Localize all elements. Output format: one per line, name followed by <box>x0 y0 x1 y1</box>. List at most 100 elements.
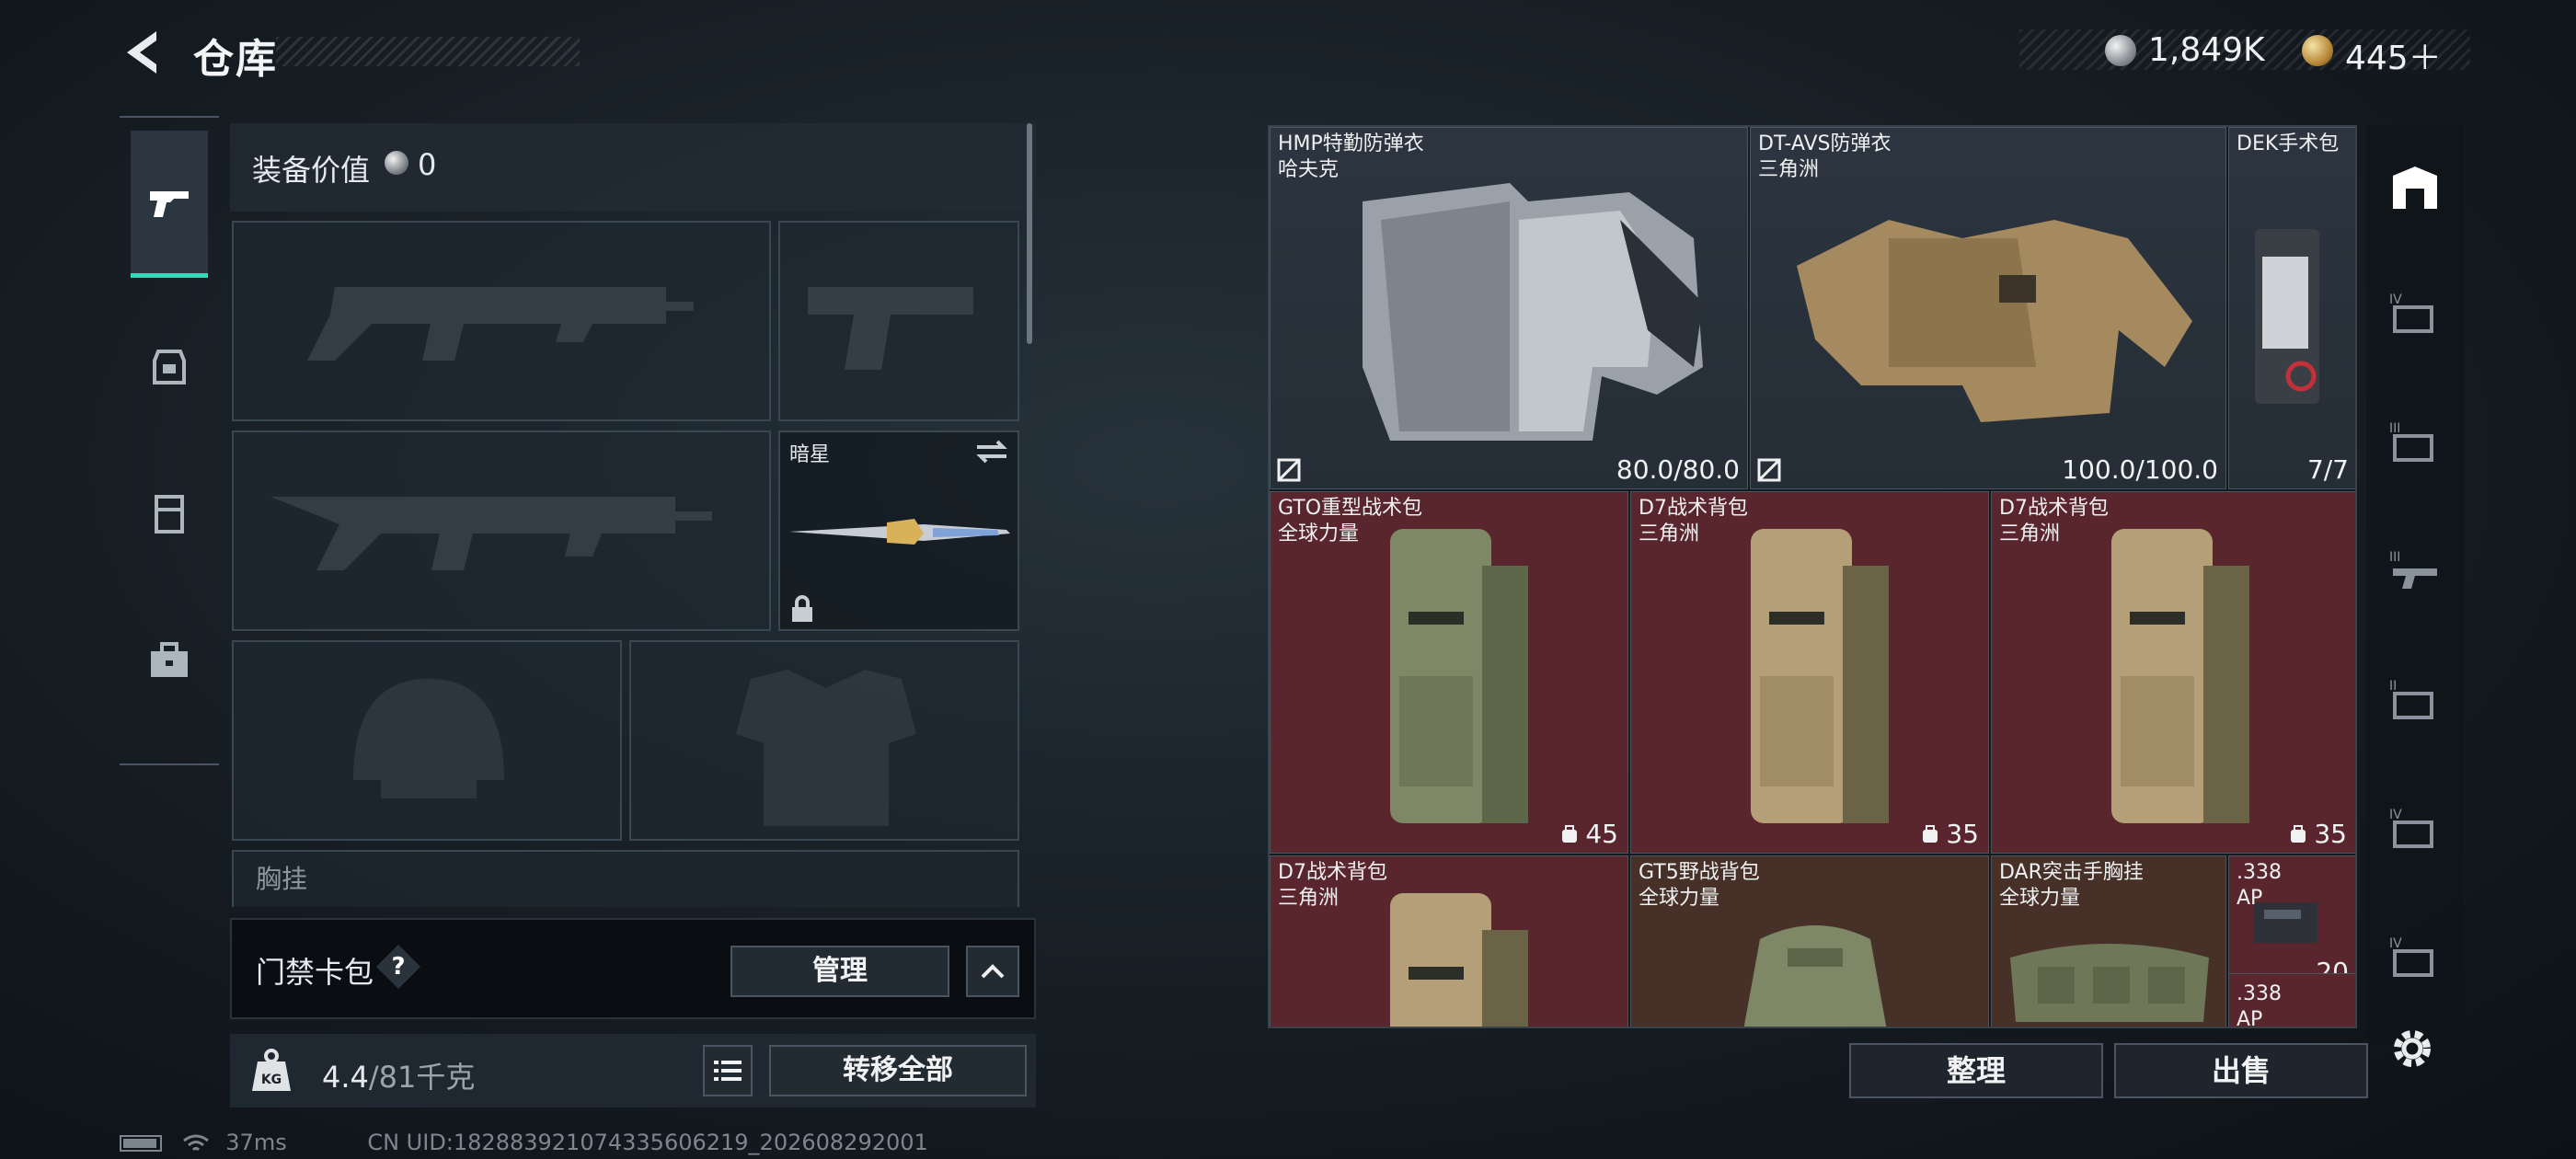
chest-rig-item-image <box>2010 944 2209 1022</box>
svg-text:III: III <box>2389 550 2400 565</box>
silver-coin-icon <box>385 151 408 175</box>
svg-text:IV: IV <box>2389 936 2402 951</box>
item-name: GT5野战背包 全球力量 <box>1639 861 1760 910</box>
item-card[interactable]: D7战术背包 三角洲 <box>1270 855 1628 1027</box>
scrollbar[interactable] <box>1027 123 1032 344</box>
item-card[interactable]: .338 AP <box>2228 973 2355 1028</box>
svg-text:III: III <box>2389 421 2400 436</box>
weapon-category-icon: III <box>2389 550 2437 589</box>
back-button[interactable] <box>120 28 166 77</box>
equipment-value-label: 装备价值 <box>252 153 371 188</box>
field-backpack-item-image <box>1743 925 1887 1027</box>
gold-currency-value[interactable]: 445＋ <box>2345 31 2442 79</box>
storage-all-icon <box>2393 166 2437 209</box>
rifle-silhouette-icon <box>270 497 712 570</box>
weight-bar: KG 4.4/81千克 转移全部 <box>230 1034 1036 1107</box>
gear-category-icon: II <box>2389 679 2433 719</box>
secondary-weapon-slot[interactable] <box>232 430 771 631</box>
svg-text:IV: IV <box>2389 293 2402 307</box>
item-name: DT-AVS防弹衣 三角洲 <box>1758 132 1892 181</box>
equipment-tab-bar <box>120 116 219 765</box>
item-card[interactable]: HMP特勤防弹衣 哈夫克 80.0/80.0 <box>1270 127 1748 489</box>
helmet-silhouette-icon <box>353 679 504 798</box>
item-card[interactable]: .338 AP 20 <box>2228 855 2355 992</box>
item-card[interactable]: DEK手术包 7/7 <box>2228 127 2355 489</box>
pistol-silhouette-icon <box>808 287 973 370</box>
chest-rig-slot[interactable]: 胸挂 <box>232 850 1019 907</box>
item-name: .338 AP <box>2237 861 2282 910</box>
armor-silhouette-icon <box>736 670 916 826</box>
body-armor-item-image <box>1363 183 1703 441</box>
help-icon[interactable]: ? <box>383 951 414 982</box>
svg-text:II: II <box>2389 679 2397 694</box>
weight-kg-icon: KG <box>252 1049 291 1091</box>
transfer-all-button[interactable]: 转移全部 <box>769 1045 1027 1096</box>
title-decor-stripe <box>276 37 580 66</box>
item-card[interactable]: GT5野战背包 全球力量 <box>1630 855 1989 1027</box>
swap-icon[interactable] <box>972 438 1012 465</box>
storage-grid: HMP特勤防弹衣 哈夫克 80.0/80.0 DT-AVS防弹衣 三角洲 100.0… <box>1268 125 2357 1028</box>
status-line: 37ms CN UID:18288392107433560­6219_20260… <box>120 1130 928 1155</box>
weight-current: 4.4 <box>322 1060 369 1095</box>
no-insure-icon <box>1757 458 1781 482</box>
category-tier-1[interactable]: IV <box>2383 281 2447 346</box>
category-tier-5[interactable]: IV <box>2383 797 2447 861</box>
equipment-category-icon: III <box>2389 421 2433 462</box>
chest-rig-label: 胸挂 <box>256 864 308 894</box>
category-tier-3[interactable]: III <box>2383 539 2447 603</box>
category-all[interactable] <box>2383 156 2447 221</box>
tab-weapons[interactable] <box>131 131 208 278</box>
lock-icon <box>792 595 812 622</box>
item-name: .338 AP <box>2237 982 2282 1028</box>
item-uses: 7/7 <box>2306 454 2349 485</box>
wifi-icon <box>182 1133 210 1153</box>
category-tier-2[interactable]: III <box>2383 410 2447 475</box>
list-view-button[interactable] <box>703 1045 753 1096</box>
keycard-bar: 门禁卡包 ? 管理 <box>230 918 1036 1019</box>
backpack-icon <box>1923 824 1938 843</box>
category-strip: IV III III II IV IV <box>2366 125 2464 1045</box>
body-armor-item-image <box>1797 220 2192 422</box>
equipment-category-icon: IV <box>2389 293 2433 333</box>
item-card[interactable]: GTO重型战术包 全球力量 45 <box>1270 491 1628 854</box>
sidearm-slot[interactable] <box>778 221 1019 421</box>
item-capacity: 35 <box>1920 819 1979 849</box>
item-name: D7战术背包 三角洲 <box>1278 861 1387 910</box>
equipment-category-icon: IV <box>2389 808 2433 848</box>
item-card[interactable]: DAR突击手胸挂 全球力量 <box>1991 855 2226 1027</box>
knife-icon <box>789 519 1010 545</box>
page-title: 仓库 <box>193 36 278 83</box>
sort-button[interactable]: 整理 <box>1849 1043 2103 1098</box>
uid-value: CN UID:18288392107433560­6219_2026082920… <box>367 1130 928 1155</box>
settings-gear-icon[interactable] <box>2385 1021 2440 1076</box>
tab-vest[interactable] <box>131 440 208 587</box>
backpack-icon <box>1562 824 1578 843</box>
melee-slot[interactable]: 暗星 <box>778 430 1019 631</box>
weight-value: 4.4/81千克 <box>322 1054 475 1096</box>
backpack-item-image <box>1390 893 1528 1027</box>
helmet-slot[interactable] <box>232 640 622 841</box>
item-durability: 80.0/80.0 <box>1616 454 1740 485</box>
tab-toolbox[interactable] <box>131 587 208 734</box>
equipment-value-row: 装备价值 0 <box>230 123 1036 212</box>
pistol-icon <box>150 190 189 217</box>
item-card[interactable]: DT-AVS防弹衣 三角洲 100.0/100.0 <box>1750 127 2226 489</box>
keycard-label: 门禁卡包 <box>256 955 374 990</box>
surgery-kit-item-image <box>2255 229 2319 404</box>
collapse-button[interactable] <box>966 946 1019 997</box>
tab-helmet[interactable] <box>131 293 208 440</box>
body-armor-slot[interactable] <box>629 640 1019 841</box>
silver-coin-icon <box>2105 35 2136 66</box>
sell-button[interactable]: 出售 <box>2114 1043 2368 1098</box>
item-name: D7战术背包 三角洲 <box>1639 497 1748 545</box>
item-card[interactable]: D7战术背包 三角洲 35 <box>1630 491 1989 854</box>
equipment-value: 0 <box>418 147 437 182</box>
category-tier-4[interactable]: II <box>2383 668 2447 732</box>
manage-button[interactable]: 管理 <box>730 946 949 997</box>
gold-coin-icon <box>2302 35 2333 66</box>
item-card[interactable]: D7战术背包 三角洲 35 <box>1991 491 2355 854</box>
vest-icon <box>155 495 184 534</box>
primary-weapon-slot[interactable] <box>232 221 771 421</box>
category-tier-6[interactable]: IV <box>2383 925 2447 990</box>
backpack-item-image <box>2111 529 2249 823</box>
